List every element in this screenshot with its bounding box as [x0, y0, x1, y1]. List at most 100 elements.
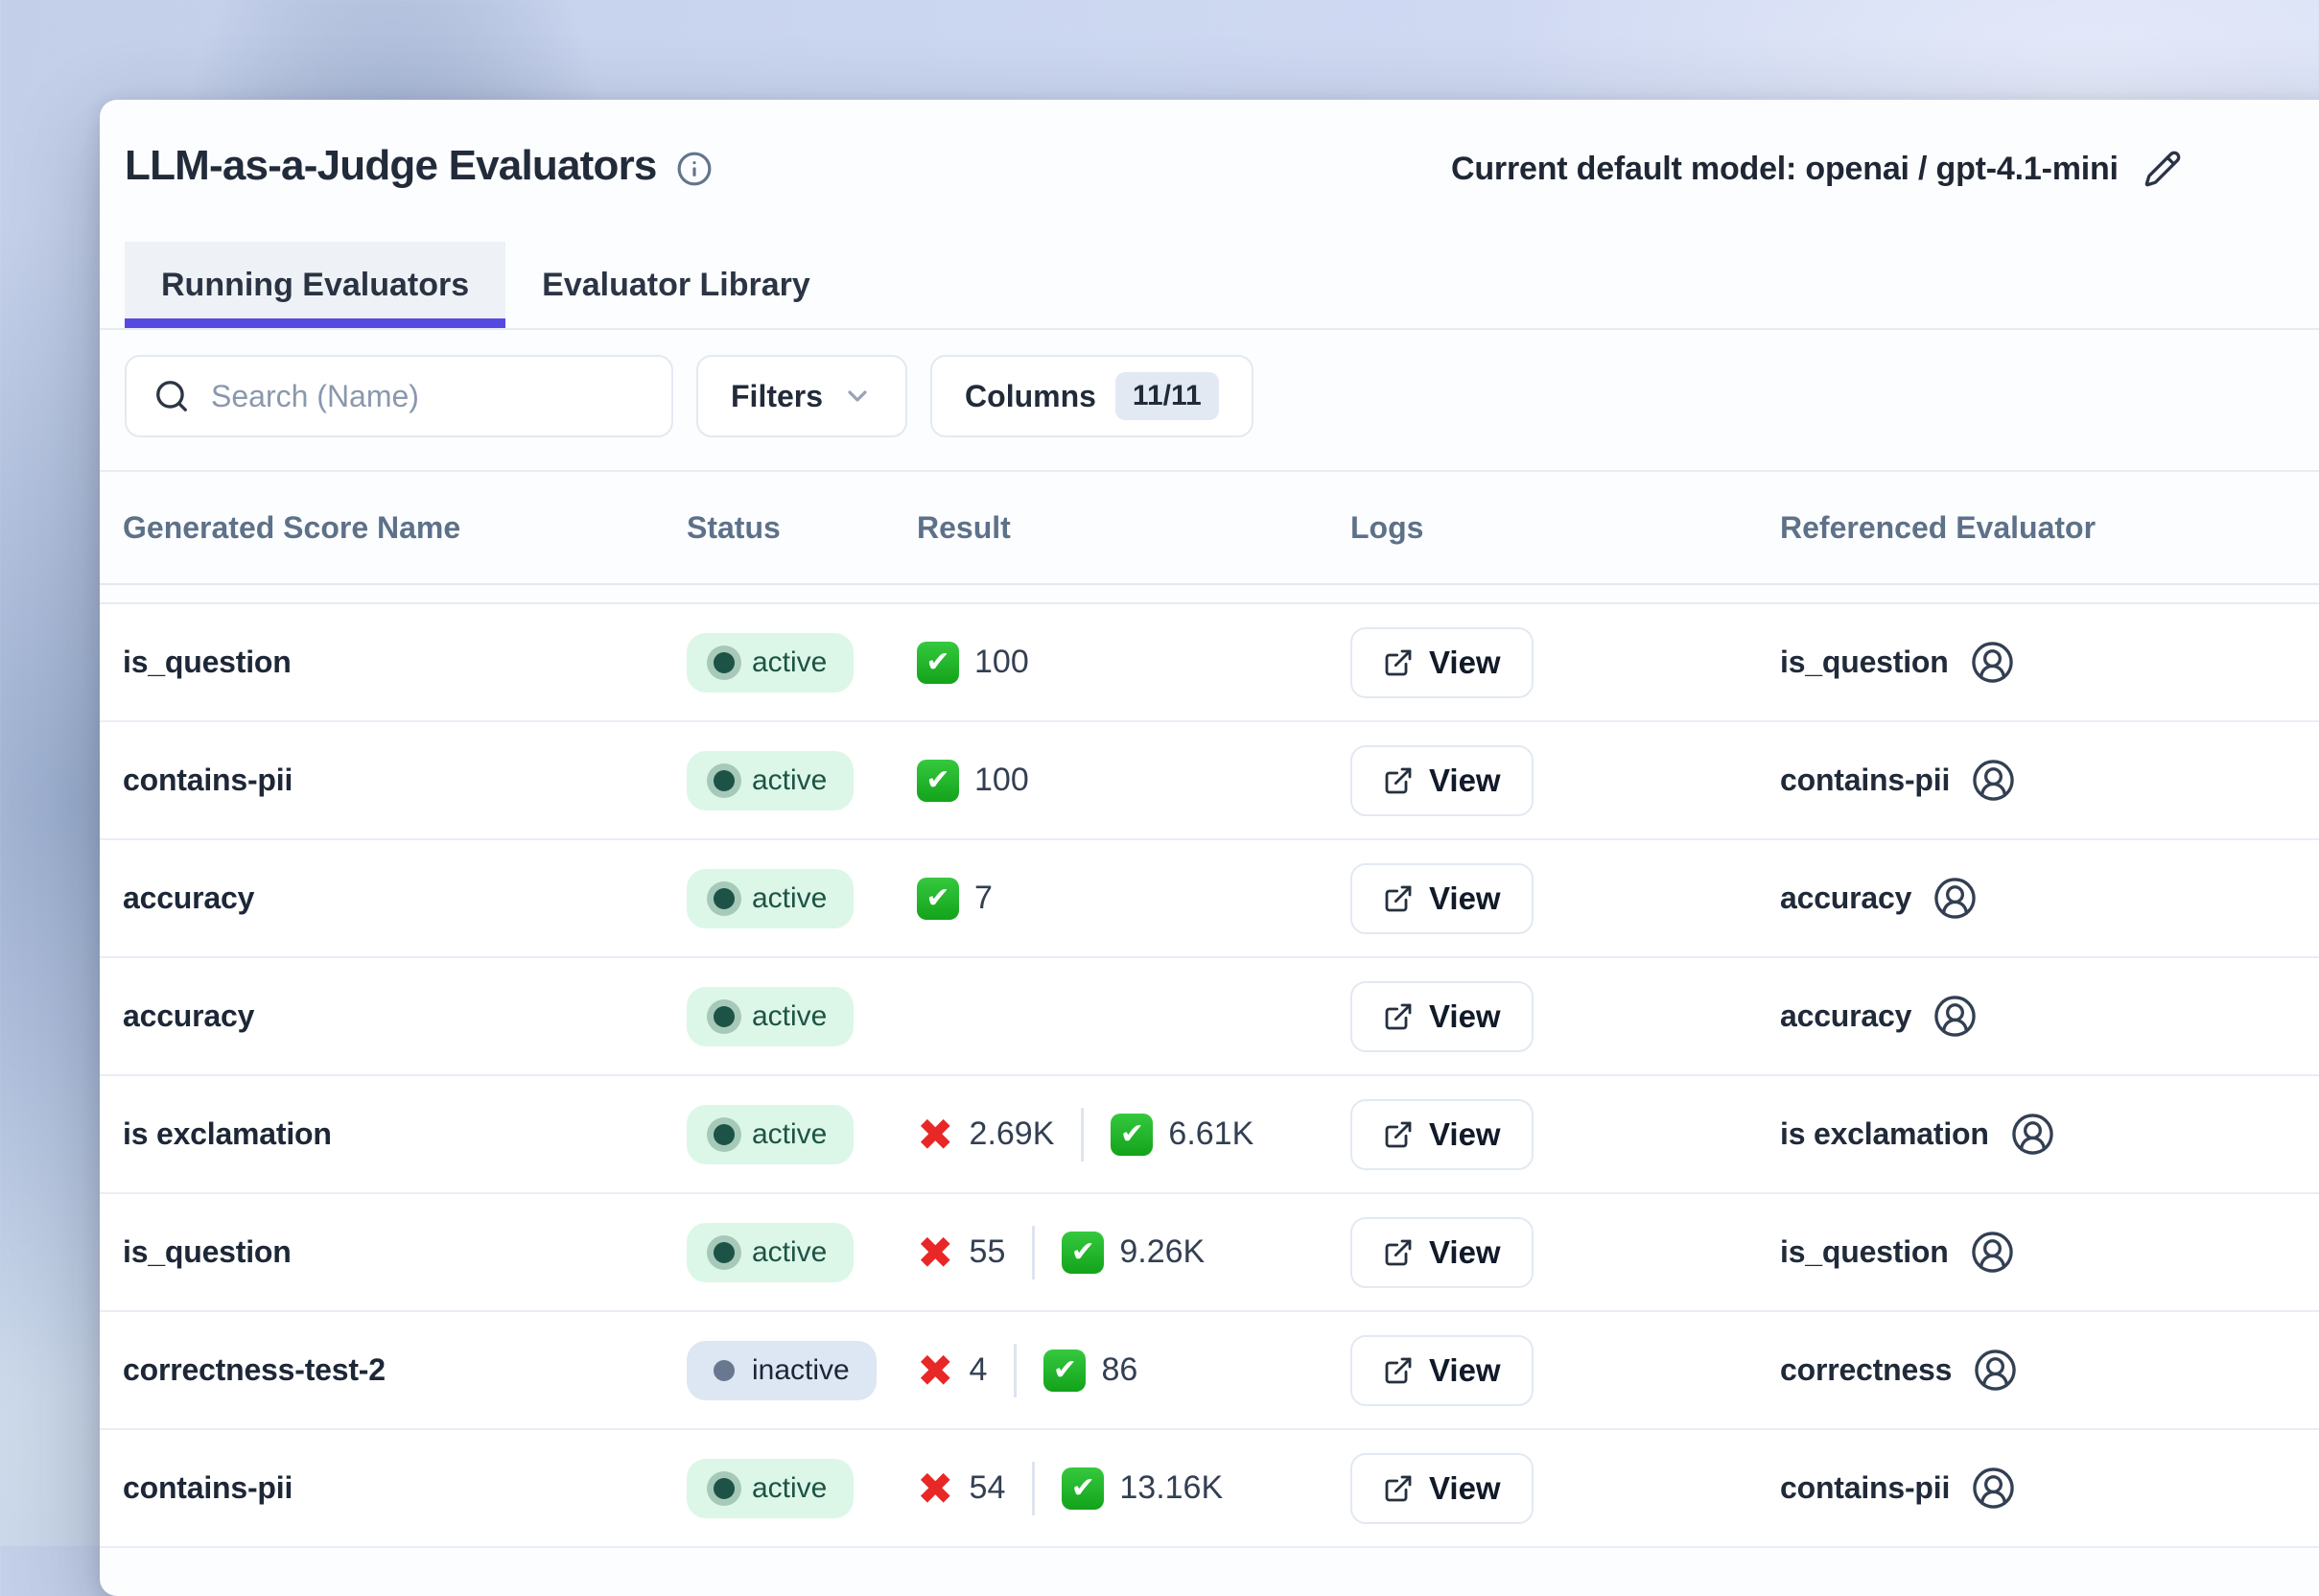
search-box[interactable] [125, 355, 673, 437]
user-circle-icon [2010, 1112, 2055, 1157]
check-mark-icon: ✔ [917, 760, 959, 802]
cross-mark-icon: ✖ [917, 1113, 954, 1157]
generated-score-name: is_question [123, 1234, 687, 1270]
status-dot-icon [714, 888, 735, 909]
status-badge: active [687, 751, 854, 810]
panel-header: LLM-as-a-Judge Evaluators Current defaul… [100, 100, 2319, 242]
pass-count: ✔ 100 [917, 760, 1029, 802]
pass-value: 100 [974, 644, 1029, 681]
default-model-label: Current default model: openai / gpt-4.1-… [1451, 151, 2119, 188]
result-divider [1081, 1108, 1084, 1162]
external-link-icon [1383, 1119, 1414, 1150]
view-label: View [1429, 763, 1501, 799]
check-mark-icon: ✔ [1111, 1114, 1153, 1156]
pass-count: ✔ 9.26K [1062, 1232, 1205, 1274]
view-logs-button[interactable]: View [1350, 627, 1534, 698]
view-label: View [1429, 1234, 1501, 1271]
table-row[interactable]: is_question active ✔ 100 View is_ [100, 604, 2319, 722]
result-cell: ✖ 55 ✔ 9.26K [917, 1226, 1350, 1279]
table-row[interactable]: is exclamation active ✖ 2.69K ✔ 6.61K [100, 1076, 2319, 1194]
status-badge: active [687, 1223, 854, 1282]
status-label: active [752, 882, 827, 915]
view-logs-button[interactable]: View [1350, 863, 1534, 934]
columns-button[interactable]: Columns 11/11 [930, 355, 1253, 437]
generated-score-name: accuracy [123, 880, 687, 916]
user-circle-icon [1932, 876, 1978, 921]
referenced-evaluator-name: accuracy [1780, 998, 1911, 1034]
view-logs-button[interactable]: View [1350, 981, 1534, 1052]
partially-visible-row [100, 585, 2319, 604]
table-row[interactable]: correctness-test-2 inactive ✖ 4 ✔ 86 [100, 1312, 2319, 1430]
external-link-icon [1383, 647, 1414, 678]
status-dot-icon [714, 652, 735, 673]
referenced-evaluator-cell: accuracy [1780, 876, 2319, 921]
result-cell: ✖ 54 ✔ 13.16K [917, 1462, 1350, 1515]
tab-evaluator-library[interactable]: Evaluator Library [505, 242, 847, 328]
referenced-evaluator-cell: contains-pii [1780, 758, 2319, 803]
status-dot-icon [714, 1360, 735, 1381]
pass-count: ✔ 86 [1043, 1350, 1137, 1392]
view-logs-button[interactable]: View [1350, 1453, 1534, 1524]
referenced-evaluator-cell: contains-pii [1780, 1466, 2319, 1511]
referenced-evaluator-name: correctness [1780, 1352, 1952, 1388]
column-header-logs: Logs [1350, 510, 1780, 546]
user-circle-icon [1932, 994, 1978, 1039]
columns-count-badge: 11/11 [1115, 372, 1219, 420]
external-link-icon [1383, 1355, 1414, 1386]
status-dot-icon [714, 1124, 735, 1145]
status-dot-icon [714, 770, 735, 791]
status-dot-icon [714, 1242, 735, 1263]
pass-count: ✔ 13.16K [1062, 1467, 1223, 1510]
search-input[interactable] [211, 379, 644, 414]
table-row[interactable]: contains-pii active ✔ 100 View co [100, 722, 2319, 840]
view-label: View [1429, 1116, 1501, 1153]
pass-value: 13.16K [1119, 1469, 1223, 1507]
search-icon [153, 378, 190, 414]
generated-score-name: contains-pii [123, 763, 687, 798]
pass-value: 7 [974, 880, 993, 917]
view-label: View [1429, 880, 1501, 917]
table-row[interactable]: accuracy active ✔ 7 View accuracy [100, 840, 2319, 958]
check-mark-icon: ✔ [917, 878, 959, 920]
pass-value: 9.26K [1119, 1233, 1205, 1271]
view-logs-button[interactable]: View [1350, 1099, 1534, 1170]
view-label: View [1429, 998, 1501, 1035]
column-header-result: Result [917, 510, 1350, 546]
status-label: active [752, 1236, 827, 1269]
table-row[interactable]: accuracy active View accuracy [100, 958, 2319, 1076]
referenced-evaluator-name: contains-pii [1780, 1470, 1950, 1506]
cross-mark-icon: ✖ [917, 1349, 954, 1393]
generated-score-name: is_question [123, 645, 687, 680]
view-logs-button[interactable]: View [1350, 1335, 1534, 1406]
external-link-icon [1383, 1473, 1414, 1504]
view-logs-button[interactable]: View [1350, 745, 1534, 816]
tab-running-evaluators[interactable]: Running Evaluators [125, 242, 505, 328]
filters-button[interactable]: Filters [696, 355, 907, 437]
info-icon[interactable] [676, 151, 713, 187]
table-row[interactable]: contains-pii active ✖ 54 ✔ 13.16K [100, 1430, 2319, 1548]
status-badge: active [687, 1459, 854, 1518]
status-dot-icon [714, 1478, 735, 1499]
fail-count: ✖ 54 [917, 1467, 1005, 1511]
referenced-evaluator-cell: is exclamation [1780, 1112, 2319, 1157]
pass-count: ✔ 6.61K [1111, 1114, 1253, 1156]
view-logs-button[interactable]: View [1350, 1217, 1534, 1288]
status-badge: active [687, 869, 854, 928]
status-badge: inactive [687, 1341, 877, 1400]
status-label: active [752, 1118, 827, 1151]
result-cell: ✔ 100 [917, 760, 1350, 802]
table-row[interactable]: is_question active ✖ 55 ✔ 9.26K V [100, 1194, 2319, 1312]
fail-count: ✖ 4 [917, 1349, 987, 1393]
pencil-icon[interactable] [2143, 150, 2182, 188]
table-body: is_question active ✔ 100 View is_ [100, 604, 2319, 1548]
cross-mark-icon: ✖ [917, 1467, 954, 1511]
pass-value: 100 [974, 762, 1029, 799]
pass-count: ✔ 100 [917, 642, 1029, 684]
fail-count: ✖ 2.69K [917, 1113, 1054, 1157]
table-header-row: Generated Score Name Status Result Logs … [100, 472, 2319, 585]
status-badge: active [687, 987, 854, 1046]
pass-value: 6.61K [1168, 1115, 1253, 1153]
referenced-evaluator-name: is_question [1780, 645, 1949, 680]
filters-label: Filters [731, 379, 823, 414]
check-mark-icon: ✔ [1062, 1232, 1104, 1274]
